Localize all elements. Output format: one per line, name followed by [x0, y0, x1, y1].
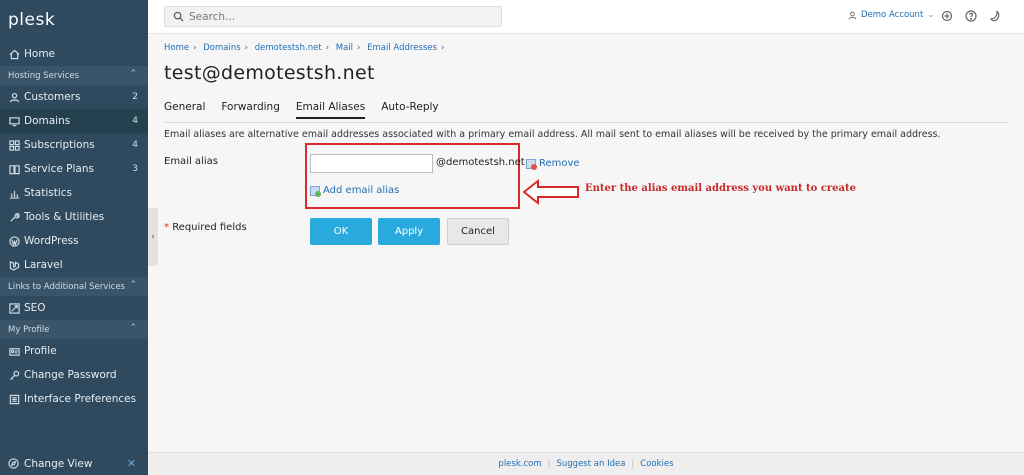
sidebar-item-tools-utilities[interactable]: Tools & Utilities: [0, 205, 148, 229]
account-menu[interactable]: Demo Account ⌄: [848, 10, 934, 20]
sidebar: plesk Home Hosting Services ⌃ Customers …: [0, 0, 148, 475]
section-links-additional[interactable]: Links to Additional Services ⌃: [0, 277, 148, 296]
laravel-icon: [8, 259, 20, 271]
count-badge: 4: [132, 116, 138, 126]
list-icon: [8, 393, 20, 405]
breadcrumb-link[interactable]: Home: [164, 43, 189, 53]
sidebar-item-customers[interactable]: Customers 2: [0, 85, 148, 109]
plesk-logo[interactable]: plesk: [0, 0, 148, 42]
sidebar-item-home[interactable]: Home: [0, 42, 148, 66]
search-icon: [173, 11, 184, 22]
sidebar-item-label: Home: [24, 48, 56, 60]
email-alias-input[interactable]: [310, 154, 433, 173]
chart-up-icon: [8, 302, 20, 314]
help-icon[interactable]: [964, 9, 977, 22]
footer-link[interactable]: Suggest an Idea: [557, 459, 626, 469]
chevron-up-icon: ⌃: [129, 69, 137, 79]
sidebar-item-statistics[interactable]: Statistics: [0, 181, 148, 205]
description-text: Email aliases are alternative email addr…: [164, 129, 941, 140]
required-fields-note: * Required fields: [164, 222, 247, 233]
tab-bar: General Forwarding Email Aliases Auto-Re…: [164, 101, 455, 119]
tab-general[interactable]: General: [164, 101, 205, 119]
count-badge: 2: [132, 92, 138, 102]
count-badge: 3: [132, 164, 138, 174]
arrow-left-icon: [522, 179, 579, 205]
tools-icon: [8, 211, 20, 223]
profile-card-icon: [8, 345, 20, 357]
grid-icon: [8, 139, 20, 151]
chevron-up-icon: ⌃: [129, 323, 137, 333]
section-hosting-services[interactable]: Hosting Services ⌃: [0, 66, 148, 85]
user-icon: [8, 91, 20, 103]
section-my-profile[interactable]: My Profile ⌃: [0, 320, 148, 339]
apply-button[interactable]: Apply: [378, 218, 440, 245]
highlight-box: [305, 143, 520, 209]
tab-email-aliases[interactable]: Email Aliases: [295, 101, 366, 119]
remove-alias-link[interactable]: Remove: [526, 158, 580, 170]
sidebar-item-laravel[interactable]: Laravel: [0, 253, 148, 277]
sidebar-item-domains[interactable]: Domains 4: [0, 109, 148, 133]
chevron-down-icon: ⌄: [927, 10, 935, 20]
tabs-divider: [164, 122, 1008, 123]
sidebar-item-interface-preferences[interactable]: Interface Preferences: [0, 387, 148, 411]
sidebar-item-service-plans[interactable]: Service Plans 3: [0, 157, 148, 181]
breadcrumb-link[interactable]: demotestsh.net: [255, 43, 322, 53]
page-title: test@demotestsh.net: [164, 62, 375, 84]
book-icon: [8, 163, 20, 175]
sidebar-item-wordpress[interactable]: WordPress: [0, 229, 148, 253]
remove-icon: [526, 158, 537, 170]
sidebar-collapse-handle[interactable]: ‹: [148, 208, 158, 266]
search-input[interactable]: Search...: [164, 6, 502, 27]
sidebar-item-change-password[interactable]: Change Password: [0, 363, 148, 387]
compass-icon: [8, 457, 20, 470]
ok-button[interactable]: OK: [310, 218, 372, 245]
email-alias-label: Email alias: [164, 156, 218, 167]
cancel-button[interactable]: Cancel: [447, 218, 509, 245]
sidebar-item-profile[interactable]: Profile: [0, 339, 148, 363]
sidebar-item-subscriptions[interactable]: Subscriptions 4: [0, 133, 148, 157]
bar-chart-icon: [8, 187, 20, 199]
breadcrumb-link[interactable]: Domains: [203, 43, 240, 53]
key-icon: [8, 369, 20, 381]
suggest-icon[interactable]: [940, 9, 953, 22]
moon-icon[interactable]: [988, 9, 1001, 22]
footer: plesk.com | Suggest an Idea | Cookies: [148, 452, 1024, 475]
footer-link[interactable]: plesk.com: [498, 459, 541, 469]
home-icon: [8, 48, 20, 60]
breadcrumb: Home › Domains › demotestsh.net › Mail › Ema…: [164, 43, 445, 53]
wordpress-icon: [8, 235, 20, 247]
breadcrumb-link[interactable]: Email Addresses: [367, 43, 437, 53]
breadcrumb-link[interactable]: Mail: [336, 43, 353, 53]
user-icon: [848, 11, 857, 19]
change-view-button[interactable]: Change View ✕: [0, 452, 148, 475]
add-email-alias-link[interactable]: Add email alias: [310, 185, 399, 197]
close-icon[interactable]: ✕: [127, 457, 136, 470]
annotation-text: Enter the alias email address you want t…: [585, 183, 857, 194]
count-badge: 4: [132, 140, 138, 150]
chevron-up-icon: ⌃: [129, 280, 137, 290]
monitor-icon: [8, 115, 20, 127]
top-bar: Search... Demo Account ⌄: [148, 0, 1024, 34]
tab-auto-reply[interactable]: Auto-Reply: [381, 101, 438, 119]
footer-link[interactable]: Cookies: [640, 459, 673, 469]
add-icon: [310, 185, 321, 197]
sidebar-item-seo[interactable]: SEO: [0, 296, 148, 320]
domain-suffix: @demotestsh.net: [436, 157, 525, 168]
tab-forwarding[interactable]: Forwarding: [221, 101, 279, 119]
chevron-left-icon: ‹: [151, 232, 155, 242]
